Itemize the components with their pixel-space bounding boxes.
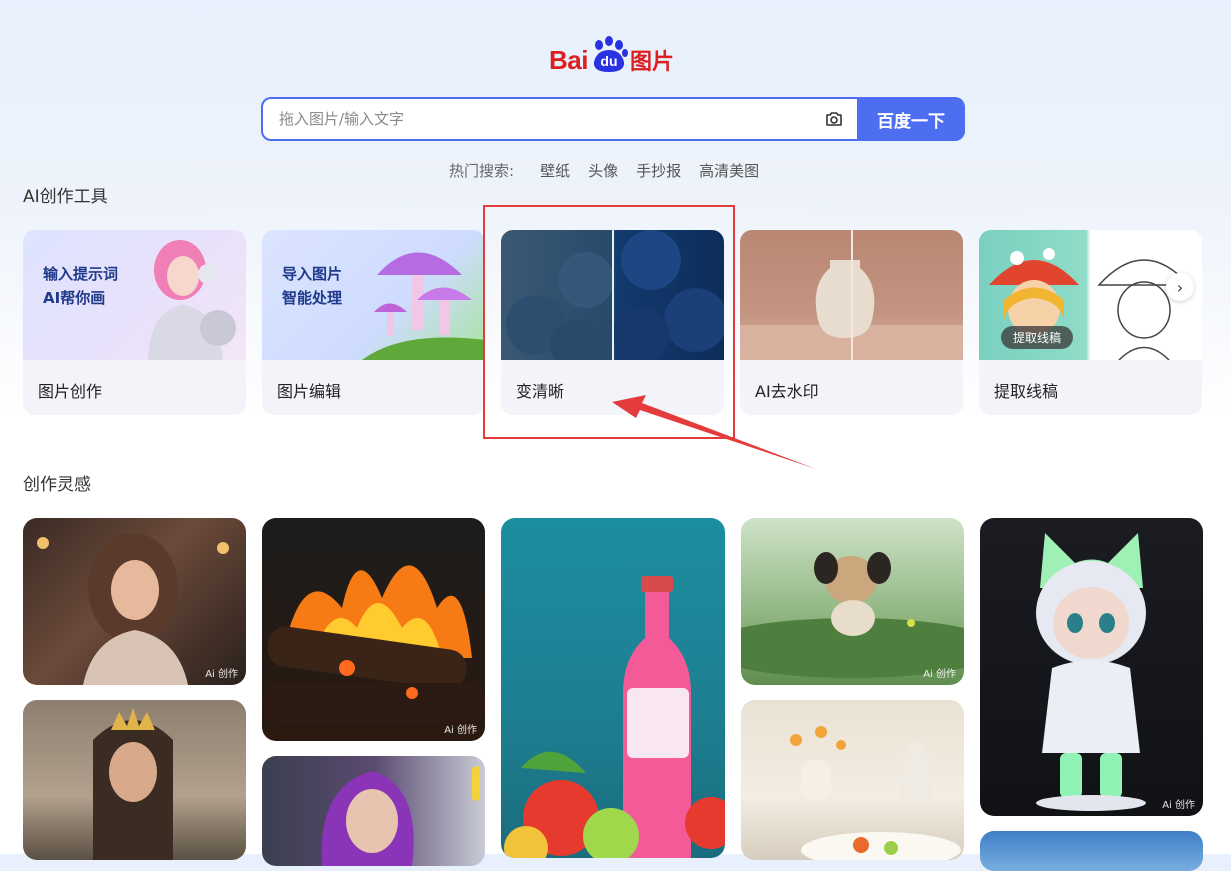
highlight-box <box>483 205 735 439</box>
gallery-image-purple-girl[interactable] <box>262 756 485 866</box>
search-input[interactable] <box>277 109 823 129</box>
ai-created-tag: Ai 创作 <box>1162 800 1195 811</box>
search-input-wrapper <box>261 97 857 141</box>
ai-created-tag: Ai 创作 <box>444 725 477 736</box>
hot-keyword-hd[interactable]: 高清美图 <box>699 160 759 181</box>
baidu-images-logo[interactable]: Bai du 图片 <box>549 36 674 76</box>
logo-bai-text: Bai <box>549 45 588 75</box>
gallery-image-dog-tennis[interactable]: Ai 创作 <box>741 518 964 685</box>
gallery-image-drink-bottle[interactable] <box>501 518 725 858</box>
tool-card-image-create[interactable]: 输入提示词 AI帮你画 图片创作 <box>23 230 246 415</box>
promo-line-1: 导入图片 <box>282 265 343 283</box>
ai-created-tag: Ai 创作 <box>205 669 238 680</box>
image-create-promo: 输入提示词 AI帮你画 <box>43 262 118 310</box>
inspiration-title: 创作灵感 <box>23 475 91 495</box>
extract-lineart-chip: 提取线稿 <box>1001 326 1074 349</box>
tool-name: 图片创作 <box>38 382 103 401</box>
image-create-thumbnail: 输入提示词 AI帮你画 <box>23 230 246 360</box>
paw-icon: du <box>589 36 629 76</box>
watermark-remove-thumbnail <box>740 230 963 360</box>
tool-card-image-edit[interactable]: 导入图片 智能处理 图片编辑 <box>262 230 485 415</box>
tool-card-extract-lineart[interactable]: 提取线稿 › 提取线稿 <box>979 230 1202 415</box>
gallery-image-queen[interactable] <box>23 700 246 860</box>
promo-line-1: 输入提示词 <box>43 265 119 283</box>
tool-name: 提取线稿 <box>994 382 1059 401</box>
promo-line-2: AI帮你画 <box>43 289 106 307</box>
hot-search-label: 热门搜索: <box>449 162 515 180</box>
hot-keyword-handcopy[interactable]: 手抄报 <box>636 160 681 181</box>
gallery-image-figurine[interactable]: Ai 创作 <box>980 518 1203 816</box>
hot-keyword-avatar[interactable]: 头像 <box>588 160 618 181</box>
ai-created-tag: Ai 创作 <box>923 669 956 680</box>
tool-name: AI去水印 <box>755 382 819 401</box>
gallery-image-sky[interactable] <box>980 831 1203 871</box>
image-edit-promo: 导入图片 智能处理 <box>282 262 342 310</box>
hot-search: 热门搜索: 壁纸 头像 手抄报 高清美图 <box>449 160 759 181</box>
hot-keyword-wallpaper[interactable]: 壁纸 <box>540 160 570 181</box>
tool-card-watermark-remove[interactable]: AI去水印 <box>740 230 963 415</box>
search-bar: 百度一下 <box>261 97 965 141</box>
gallery-image-table-setting[interactable] <box>741 700 964 860</box>
extract-lineart-thumbnail: 提取线稿 › <box>979 230 1202 360</box>
gallery-image-fire[interactable]: Ai 创作 <box>262 518 485 741</box>
logo-pic-text: 图片 <box>629 50 674 75</box>
tool-name: 图片编辑 <box>277 382 342 401</box>
promo-line-2: 智能处理 <box>282 289 343 307</box>
search-button[interactable]: 百度一下 <box>857 97 965 141</box>
camera-icon[interactable] <box>823 108 845 130</box>
gallery-image-woman-bar[interactable]: Ai 创作 <box>23 518 246 685</box>
chevron-right-icon[interactable]: › <box>1166 273 1194 301</box>
image-edit-thumbnail: 导入图片 智能处理 <box>262 230 485 360</box>
ai-tools-title: AI创作工具 <box>23 187 108 207</box>
logo-du-text: du <box>600 53 618 69</box>
